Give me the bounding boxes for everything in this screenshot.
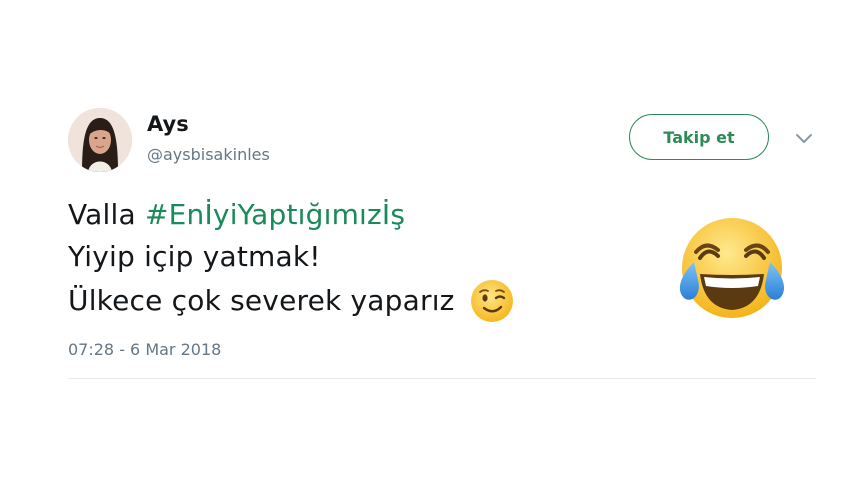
- tweet-line-2-text: Yiyip içip yatmak!: [68, 240, 321, 273]
- winking-face-icon: [469, 278, 515, 324]
- tweet-timestamp[interactable]: 07:28 - 6 Mar 2018: [68, 340, 221, 359]
- divider: [68, 378, 816, 379]
- user-name[interactable]: Ays: [147, 112, 189, 136]
- profile-photo: [68, 108, 132, 172]
- follow-button-label: Takip et: [663, 127, 735, 147]
- tweet-line-2: Yiyip içip yatmak!: [68, 236, 515, 278]
- tweet-text: Valla #EnİyiYaptığımızİş Yiyip içip yatm…: [68, 194, 515, 324]
- tweet-line-1: Valla #EnİyiYaptığımızİş: [68, 194, 515, 236]
- tweet-line-3-text: Ülkece çok severek yaparız: [68, 284, 455, 317]
- tweet-prefix: Valla: [68, 198, 145, 231]
- tweet-line-3: Ülkece çok severek yaparız: [68, 278, 515, 324]
- user-handle[interactable]: @aysbisakinles: [147, 145, 270, 164]
- tweet-card: Ays @aysbisakinles Takip et Valla #Enİyi…: [0, 0, 860, 480]
- avatar[interactable]: [68, 108, 132, 172]
- hashtag-link[interactable]: #EnİyiYaptığımızİş: [145, 194, 405, 236]
- face-with-tears-of-joy-icon: [674, 216, 790, 328]
- follow-button[interactable]: Takip et: [629, 114, 769, 160]
- chevron-down-icon[interactable]: [794, 131, 814, 147]
